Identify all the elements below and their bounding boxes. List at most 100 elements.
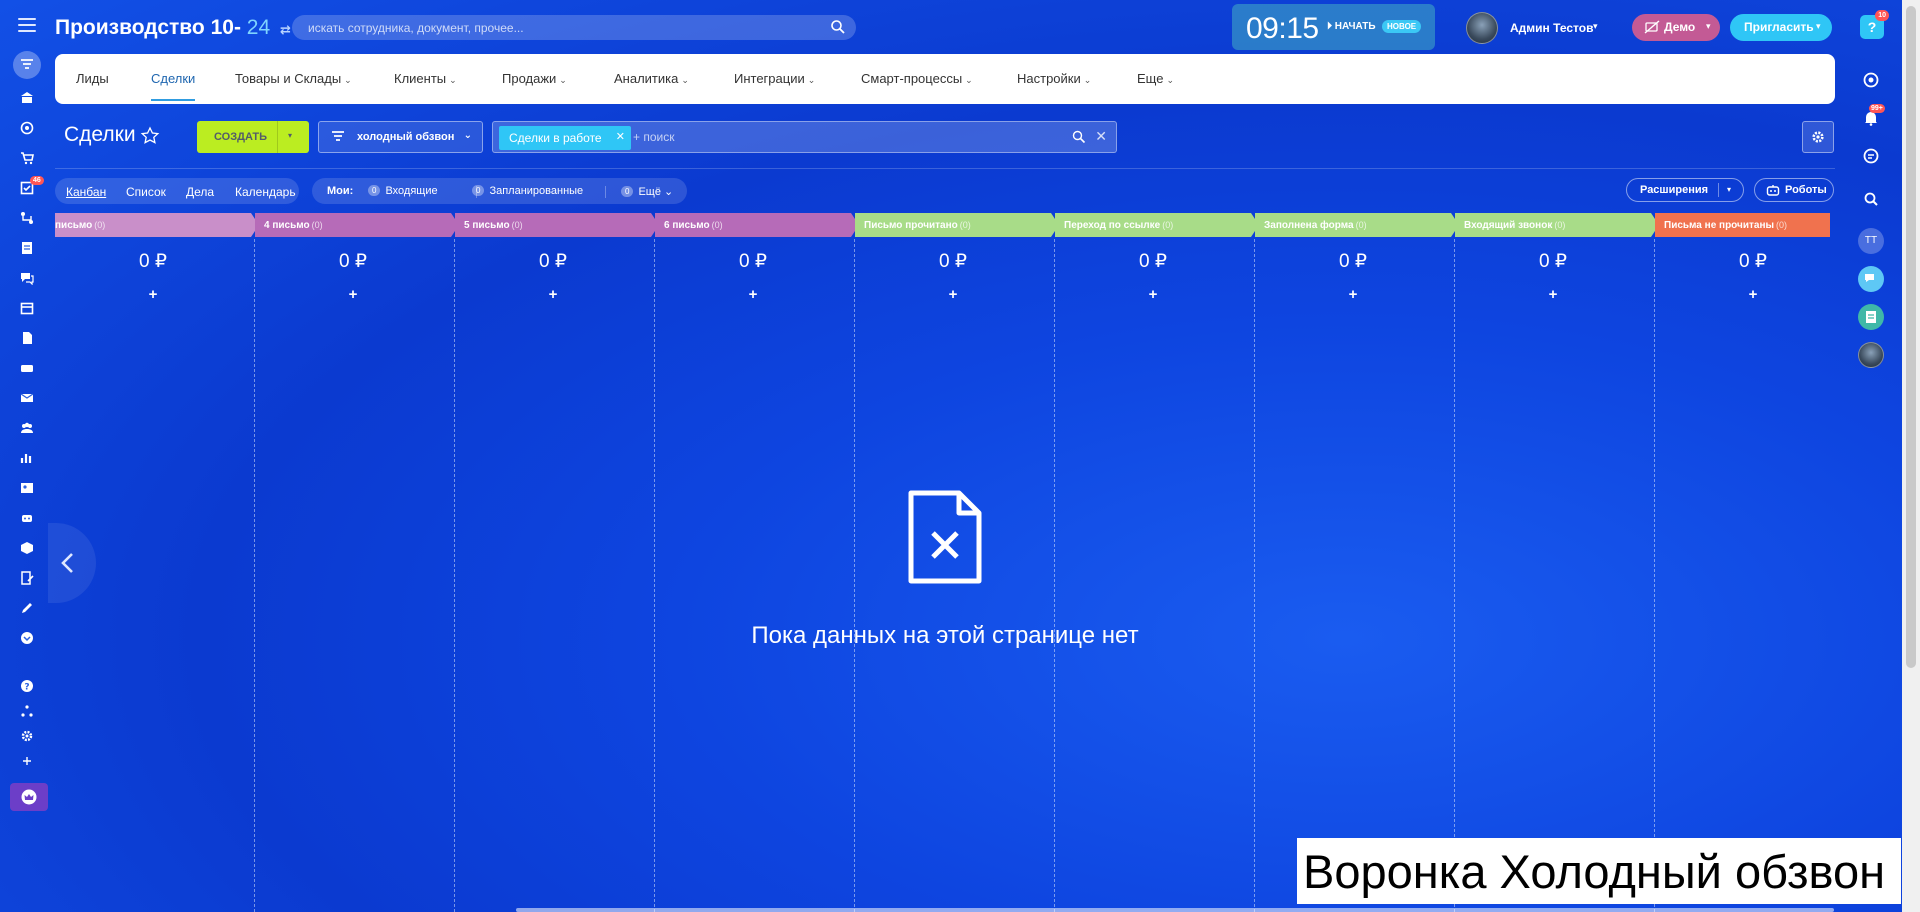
caret-down-icon[interactable]: ▾: [288, 131, 292, 140]
messenger-button[interactable]: [1858, 143, 1884, 169]
funnel-selector[interactable]: холодный обзвон ⌄: [318, 121, 483, 153]
view-kanban[interactable]: Канбан: [66, 185, 106, 199]
clear-icon[interactable]: ✕: [1095, 128, 1107, 145]
search-button[interactable]: [1858, 186, 1884, 212]
sidebar-item-storage[interactable]: [17, 358, 37, 378]
demo-button[interactable]: Демо ▾: [1632, 14, 1720, 41]
add-deal-button[interactable]: +: [455, 286, 651, 303]
sidebar-item-contacts[interactable]: [17, 478, 37, 498]
create-button[interactable]: СОЗДАТЬ ▾: [197, 121, 309, 153]
global-search-input[interactable]: искать сотрудника, документ, прочее...: [292, 15, 856, 40]
plan-upgrade-button[interactable]: [10, 783, 48, 811]
sidebar-item-chat[interactable]: [17, 268, 37, 288]
tab-sales[interactable]: Продажи ⌄: [502, 71, 567, 86]
counter-more[interactable]: 0 Ещё ⌄: [621, 185, 673, 198]
sidebar-item-settings[interactable]: [17, 726, 37, 746]
sidebar-item-bank[interactable]: [17, 88, 37, 108]
sidebar-item-add[interactable]: [17, 751, 37, 771]
column-header[interactable]: Входящий звонок (0): [1455, 213, 1651, 237]
user-initials-avatar[interactable]: ТТ: [1858, 228, 1884, 254]
copilot-button[interactable]: [1858, 67, 1884, 93]
add-deal-button[interactable]: +: [1455, 286, 1651, 303]
sidebar-item-sign[interactable]: [17, 568, 37, 588]
search-icon[interactable]: [1072, 130, 1086, 144]
column-header[interactable]: 6 письмо (0): [655, 213, 851, 237]
add-deal-button[interactable]: +: [1055, 286, 1251, 303]
sidebar-item-more[interactable]: [17, 628, 37, 648]
sidebar-item-cart[interactable]: [17, 148, 37, 168]
sidebar-item-target[interactable]: [17, 118, 37, 138]
add-deal-button[interactable]: +: [55, 286, 251, 303]
settings-button[interactable]: [1802, 121, 1834, 153]
sidebar-item-inventory[interactable]: [17, 538, 37, 558]
column-title: Переход по ссылке: [1064, 220, 1161, 231]
search-icon[interactable]: [830, 19, 846, 35]
sidebar-item-help[interactable]: ?: [17, 676, 37, 696]
star-icon[interactable]: [140, 126, 160, 146]
tab-analytics[interactable]: Аналитика ⌄: [614, 71, 689, 86]
counter-incoming[interactable]: 0 Входящие: [368, 185, 438, 197]
add-deal-button[interactable]: +: [1655, 286, 1830, 303]
column-header[interactable]: Переход по ссылке (0): [1055, 213, 1251, 237]
tab-deals[interactable]: Сделки: [151, 71, 196, 101]
avatar[interactable]: [1466, 12, 1498, 44]
vertical-scrollbar[interactable]: [1902, 0, 1920, 912]
swap-icon[interactable]: ⇄: [280, 22, 291, 37]
sidebar-item-pen[interactable]: [17, 598, 37, 618]
close-icon[interactable]: ✕: [616, 130, 625, 143]
column-header[interactable]: письмо (0): [55, 213, 251, 237]
tab-more[interactable]: Еще ⌄: [1137, 71, 1174, 86]
extensions-button[interactable]: Расширения ▾: [1626, 178, 1744, 202]
filter-search-input[interactable]: Сделки в работе ✕ + поиск ✕: [492, 121, 1117, 153]
add-deal-button[interactable]: +: [1255, 286, 1451, 303]
start-workday-button[interactable]: ⏵ НАЧАТЬ: [1327, 21, 1376, 32]
tab-clients[interactable]: Клиенты ⌄: [394, 71, 457, 86]
sidebar-item-robots[interactable]: [17, 508, 37, 528]
counter-planned[interactable]: 0 Запланированные: [472, 185, 583, 197]
portal-logo[interactable]: Производство 10- 24 ⇄: [55, 16, 291, 40]
portal-name: Производство 10-: [55, 16, 241, 39]
sidebar-item-filter[interactable]: [13, 51, 41, 79]
column-sum: 0 ₽: [139, 251, 167, 272]
horizontal-scrollbar[interactable]: [516, 908, 1834, 912]
sidebar-item-docs[interactable]: [17, 238, 37, 258]
filter-chip[interactable]: Сделки в работе ✕: [499, 126, 631, 150]
caret-down-icon[interactable]: ▾: [1727, 185, 1731, 194]
tab-products[interactable]: Товары и Склады ⌄: [235, 71, 352, 86]
column-header[interactable]: Письмо прочитано (0): [855, 213, 1051, 237]
caption-overlay: Воронка Холодный обзвон: [1297, 838, 1901, 904]
avatar[interactable]: [1858, 342, 1884, 368]
column-header[interactable]: 4 письмо (0): [255, 213, 451, 237]
sidebar-item-mail[interactable]: [17, 388, 37, 408]
notes-button[interactable]: [1858, 304, 1884, 330]
sidebar-item-automation[interactable]: [17, 208, 37, 228]
add-deal-button[interactable]: +: [655, 286, 851, 303]
add-deal-button[interactable]: +: [255, 286, 451, 303]
view-activities[interactable]: Дела: [186, 185, 214, 199]
chat-group-button[interactable]: [1858, 266, 1884, 292]
add-deal-button[interactable]: +: [855, 286, 1051, 303]
tab-settings[interactable]: Настройки ⌄: [1017, 71, 1091, 86]
column-header[interactable]: Заполнена форма (0): [1255, 213, 1451, 237]
activity-counters: Мои: 0 Входящие 0 Запланированные 0 Ещё ⌄: [312, 178, 687, 204]
column-header[interactable]: Письма не прочитаны (0): [1655, 213, 1830, 237]
invite-button[interactable]: Пригласить ▾: [1730, 14, 1832, 41]
tab-leads[interactable]: Лиды: [76, 71, 109, 86]
view-calendar[interactable]: Календарь: [235, 185, 296, 199]
menu-burger-icon[interactable]: [18, 18, 36, 32]
view-list[interactable]: Список: [126, 185, 166, 199]
sidebar-item-calendar[interactable]: [17, 298, 37, 318]
sidebar-item-groups[interactable]: [17, 418, 37, 438]
tab-integrations[interactable]: Интеграции ⌄: [734, 71, 815, 86]
help-button[interactable]: ? 10: [1860, 10, 1889, 39]
sidebar-item-files[interactable]: [17, 328, 37, 348]
column-title: Письма не прочитаны: [1664, 220, 1775, 231]
tab-smart-processes[interactable]: Смарт-процессы ⌄: [861, 71, 973, 86]
sidebar-item-structure[interactable]: [17, 701, 37, 721]
robots-button[interactable]: Роботы: [1754, 178, 1834, 202]
sidebar-item-analytics[interactable]: [17, 448, 37, 468]
chat-icon: [21, 273, 34, 286]
scrollbar-thumb[interactable]: [1906, 6, 1916, 668]
column-header[interactable]: 5 письмо (0): [455, 213, 651, 237]
work-time-widget[interactable]: 09:15 ⏵ НАЧАТЬ НОВОЕ: [1232, 4, 1435, 50]
